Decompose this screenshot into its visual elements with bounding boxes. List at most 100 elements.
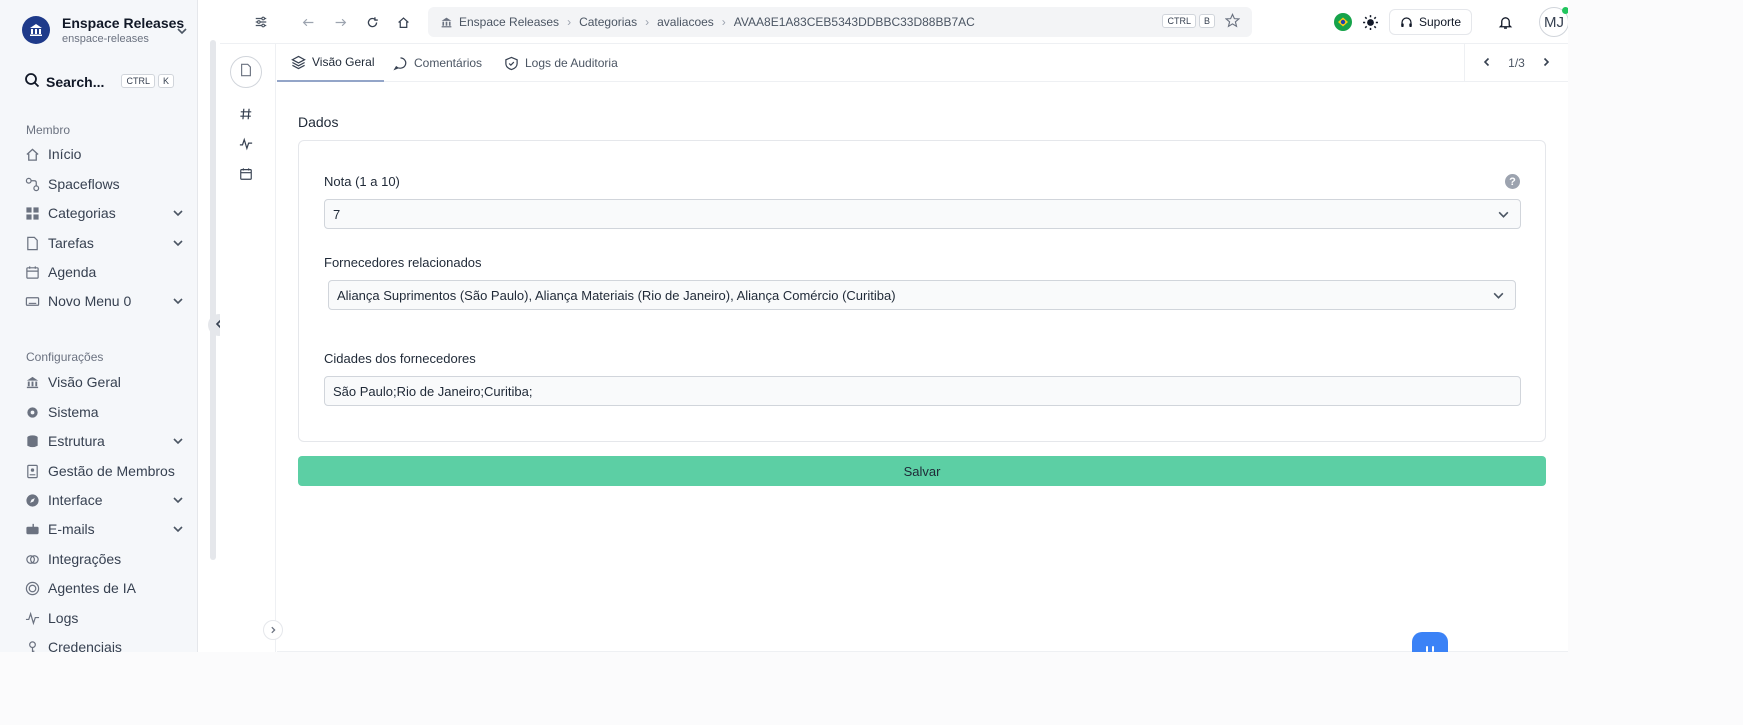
sidebar-item-spaceflows[interactable]: Spaceflows [24,173,184,195]
sidebar-item-label: Sistema [48,404,99,420]
next-record-button[interactable] [1541,56,1551,70]
mailbox-icon [24,521,40,537]
star-icon[interactable] [1225,13,1240,28]
sidebar-item-novo-menu[interactable]: Novo Menu 0 [24,290,184,312]
sidebar-item-credenciais[interactable]: Credenciais [24,636,184,652]
comment-icon [393,56,408,71]
flow-icon [24,176,40,192]
keyboard-icon [24,293,40,309]
search-button[interactable]: Search... CTRL K [24,72,188,92]
workspace-name: Enspace Releases [62,15,185,31]
sidebar-scrollbar[interactable] [210,38,217,650]
ai-icon [24,580,40,596]
workspace-switcher[interactable]: Enspace Releases enspace-releases [22,14,192,46]
sidebar: Enspace Releases enspace-releases Search… [0,0,198,652]
sidebar-item-label: Tarefas [48,235,94,251]
search-label: Search... [46,74,105,90]
section-title-config: Configurações [26,350,104,364]
sidebar-item-label: Agenda [48,264,97,280]
avatar[interactable]: MJ [1539,7,1568,37]
chevron-down-icon [172,206,184,222]
sidebar-item-label: Integrações [48,551,122,567]
breadcrumb-item-categorias[interactable]: Categorias [579,15,637,29]
sidebar-item-label: Agentes de IA [48,580,136,596]
cities-label: Cidades dos fornecedores [324,351,476,366]
sidebar-item-label: Credenciais [48,639,122,652]
divider [277,651,1568,652]
record-pager: 1/3 [1464,44,1568,82]
help-icon[interactable]: ? [1505,174,1520,189]
sidebar-item-sistema[interactable]: Sistema [24,401,184,423]
assistant-widget-button[interactable] [1412,632,1448,652]
breadcrumb-item-workspace[interactable]: Enspace Releases [459,15,559,29]
home-icon[interactable] [394,13,412,31]
chevron-right-icon: › [721,15,726,29]
suppliers-select[interactable]: Aliança Suprimentos (São Paulo), Aliança… [328,280,1516,310]
kbd-b: B [1198,13,1215,28]
bell-icon[interactable] [1498,15,1513,30]
assistant-icon [1423,640,1437,652]
compass-icon [24,492,40,508]
sidebar-item-integracoes[interactable]: Integrações [24,548,184,570]
rail-details-button[interactable] [230,56,262,88]
sidebar-item-label: Início [48,146,82,162]
sidebar-item-tarefas[interactable]: Tarefas [24,232,184,254]
sidebar-item-inicio[interactable]: Início [24,143,184,165]
avatar-initials: MJ [1544,13,1565,31]
pager-text: 1/3 [1508,56,1525,70]
rating-select[interactable]: 7 [324,199,1521,229]
tab-label: Comentários [414,56,483,70]
database-icon [24,433,40,449]
section-title-member: Membro [26,123,71,137]
record-tabs: Visão Geral Comentários Logs de Auditori… [277,44,1568,82]
back-arrow-icon[interactable] [299,13,317,31]
layers-icon [291,55,306,70]
expand-rail-button[interactable] [263,620,283,640]
tab-visao-geral[interactable]: Visão Geral [277,44,385,82]
rating-label: Nota (1 a 10) [324,174,400,189]
shield-check-icon [504,56,519,71]
sun-icon[interactable] [1362,14,1379,31]
rail-activity-button[interactable] [230,130,262,162]
key-icon [24,639,40,652]
sidebar-item-gestao-membros[interactable]: Gestão de Membros [24,460,184,482]
sidebar-item-logs[interactable]: Logs [24,607,184,629]
sidebar-item-label: Gestão de Membros [48,463,175,479]
sidebar-item-estrutura[interactable]: Estrutura [24,430,184,452]
sidebar-item-emails[interactable]: E-mails [24,518,184,540]
sidebar-item-visao-geral[interactable]: Visão Geral [24,371,184,393]
filter-settings-icon[interactable] [252,13,270,31]
workspace-logo-icon [22,16,50,44]
rating-value: 7 [333,206,341,222]
sidebar-item-label: Spaceflows [48,176,120,192]
tab-comentarios[interactable]: Comentários [393,44,482,82]
breadcrumb-item-avaliacoes[interactable]: avaliacoes [657,15,714,29]
app-window: Enspace Releases enspace-releases Search… [0,0,1568,652]
workspace-slug: enspace-releases [62,33,149,45]
cities-input[interactable]: São Paulo;Rio de Janeiro;Curitiba; [324,376,1521,406]
sidebar-item-agenda[interactable]: Agenda [24,261,184,283]
online-status-dot [1562,7,1568,14]
previous-record-button[interactable] [1482,56,1492,70]
grid-icon [24,205,40,221]
brazil-flag-icon[interactable] [1334,13,1352,31]
sidebar-item-interface[interactable]: Interface [24,489,184,511]
reload-icon[interactable] [363,13,381,31]
chevron-down-icon [1497,208,1510,224]
forward-arrow-icon[interactable] [331,13,349,31]
rail-fields-button[interactable] [230,100,262,132]
save-button[interactable]: Salvar [298,456,1546,486]
cities-value: São Paulo;Rio de Janeiro;Curitiba; [333,383,533,399]
support-button[interactable]: Suporte [1389,9,1473,35]
sidebar-item-categorias[interactable]: Categorias [24,202,184,224]
chevron-down-icon [172,236,184,252]
chevron-down-icon [172,434,184,450]
form-card: Nota (1 a 10) ? 7 Fornecedores relaciona… [298,140,1546,442]
sidebar-item-label: Novo Menu 0 [48,293,132,309]
chevron-right-icon: › [567,15,572,29]
rail-calendar-button[interactable] [230,160,262,192]
sidebar-item-label: Estrutura [48,433,105,449]
suppliers-value: Aliança Suprimentos (São Paulo), Aliança… [337,287,896,303]
tab-logs-auditoria[interactable]: Logs de Auditoria [504,44,618,82]
sidebar-item-agentes-ia[interactable]: Agentes de IA [24,577,184,599]
